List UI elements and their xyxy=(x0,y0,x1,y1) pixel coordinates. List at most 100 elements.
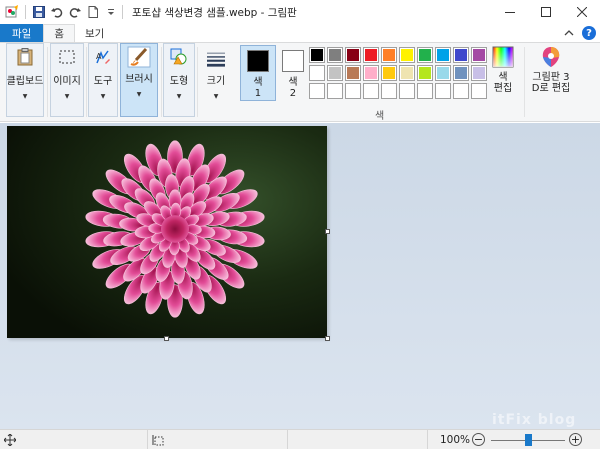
resize-handle-corner[interactable] xyxy=(325,336,330,341)
palette-color-fill xyxy=(419,67,431,79)
shapes-label: 도형 xyxy=(169,76,189,87)
title-bar: 포토샵 색상변경 샘플.webp - 그림판 xyxy=(0,0,600,24)
tab-file[interactable]: 파일 xyxy=(0,24,44,42)
color1-button[interactable]: 색 1 xyxy=(240,45,276,101)
palette-color-swatch[interactable] xyxy=(399,65,415,81)
paint-app-icon[interactable] xyxy=(4,4,20,20)
group-separator xyxy=(524,47,525,117)
save-icon[interactable] xyxy=(31,4,47,20)
zoom-slider-thumb[interactable] xyxy=(525,434,532,446)
color1-label: 색 1 xyxy=(253,77,263,99)
line-size-icon xyxy=(207,48,225,70)
zoom-in-button[interactable]: + xyxy=(569,433,582,446)
window-title: 포토샵 색상변경 샘플.webp - 그림판 xyxy=(132,6,297,19)
palette-color-swatch[interactable] xyxy=(435,47,451,63)
palette-empty-slot[interactable] xyxy=(399,83,415,99)
palette-empty-slot[interactable] xyxy=(471,83,487,99)
zoom-level-text: 100% xyxy=(440,434,471,446)
maximize-button[interactable] xyxy=(528,0,564,24)
palette-empty-slot[interactable] xyxy=(345,83,361,99)
selection-size-cell xyxy=(148,430,288,449)
palette-color-fill xyxy=(419,49,431,61)
window-controls xyxy=(492,0,600,24)
minimize-button[interactable] xyxy=(492,0,528,24)
tab-view[interactable]: 보기 xyxy=(75,24,114,42)
palette-color-swatch[interactable] xyxy=(471,47,487,63)
size-button[interactable]: 크기 ▼ xyxy=(200,43,232,117)
palette-empty-slot[interactable] xyxy=(435,83,451,99)
qat-separator xyxy=(25,5,26,19)
palette-empty-slot[interactable] xyxy=(417,83,433,99)
shapes-button[interactable]: 도형 ▼ xyxy=(163,43,195,117)
palette-color-fill xyxy=(347,67,359,79)
palette-color-swatch[interactable] xyxy=(363,65,379,81)
palette-color-swatch[interactable] xyxy=(471,65,487,81)
clipboard-label: 클립보드 xyxy=(6,76,44,87)
palette-color-swatch[interactable] xyxy=(345,47,361,63)
tools-button[interactable]: A 도구 ▼ xyxy=(88,43,118,117)
color2-button[interactable]: 색 2 xyxy=(275,45,311,101)
tab-home[interactable]: 홈 xyxy=(43,24,75,42)
zoom-out-button[interactable]: − xyxy=(472,433,485,446)
clipboard-button[interactable]: 클립보드 ▼ xyxy=(6,43,44,117)
palette-empty-slot[interactable] xyxy=(363,83,379,99)
brushes-button[interactable]: 브러시 ▼ xyxy=(120,43,158,117)
palette-color-swatch[interactable] xyxy=(453,47,469,63)
selection-size-icon xyxy=(152,435,164,446)
edit-colors-button[interactable]: 색 편집 xyxy=(486,43,520,117)
palette-color-swatch[interactable] xyxy=(327,65,343,81)
palette-color-swatch[interactable] xyxy=(381,65,397,81)
ribbon-tabs: 파일 홈 보기 ? xyxy=(0,24,600,42)
palette-color-swatch[interactable] xyxy=(417,65,433,81)
canvas-workspace[interactable] xyxy=(0,123,600,429)
palette-color-fill xyxy=(383,49,395,61)
colors-group-label: 색 xyxy=(375,111,385,122)
resize-handle-bottom[interactable] xyxy=(164,336,169,341)
group-separator xyxy=(86,47,87,117)
tools-icon: A xyxy=(94,48,112,66)
title-separator xyxy=(122,5,123,19)
collapse-ribbon-icon[interactable] xyxy=(564,28,574,38)
palette-color-swatch[interactable] xyxy=(309,47,325,63)
chevron-down-icon: ▼ xyxy=(176,93,182,100)
palette-color-fill xyxy=(365,49,377,61)
palette-color-fill xyxy=(473,49,485,61)
chevron-down-icon: ▼ xyxy=(213,93,219,100)
palette-empty-slot[interactable] xyxy=(309,83,325,99)
chevron-down-icon: ▼ xyxy=(136,91,142,98)
palette-empty-slot[interactable] xyxy=(327,83,343,99)
palette-empty-slot[interactable] xyxy=(453,83,469,99)
canvas-image[interactable] xyxy=(7,126,327,338)
palette-color-swatch[interactable] xyxy=(399,47,415,63)
palette-color-swatch[interactable] xyxy=(327,47,343,63)
image-button[interactable]: 이미지 ▼ xyxy=(50,43,84,117)
group-separator xyxy=(47,47,48,117)
edit-with-paint3d-button[interactable]: 그림판 3 D로 편집 xyxy=(528,43,574,117)
group-separator xyxy=(197,47,198,117)
palette-empty-slot[interactable] xyxy=(381,83,397,99)
palette-color-swatch[interactable] xyxy=(345,65,361,81)
palette-color-swatch[interactable] xyxy=(435,65,451,81)
edit-with-paint3d-label: 그림판 3 D로 편집 xyxy=(531,72,571,94)
help-icon[interactable]: ? xyxy=(582,26,596,40)
svg-text:A: A xyxy=(96,52,102,61)
flower-center xyxy=(161,215,189,243)
palette-color-fill xyxy=(365,67,377,79)
palette-color-fill xyxy=(401,49,413,61)
redo-icon[interactable] xyxy=(67,4,83,20)
palette-color-swatch[interactable] xyxy=(309,65,325,81)
close-button[interactable] xyxy=(564,0,600,24)
palette-color-swatch[interactable] xyxy=(381,47,397,63)
edit-colors-label: 색 편집 xyxy=(493,72,513,94)
clipboard-icon xyxy=(16,48,34,66)
resize-handle-right[interactable] xyxy=(325,229,330,234)
chevron-down-icon: ▼ xyxy=(64,93,70,100)
customize-qat-icon[interactable] xyxy=(103,4,119,20)
new-document-icon[interactable] xyxy=(85,4,101,20)
palette-color-swatch[interactable] xyxy=(363,47,379,63)
palette-color-fill xyxy=(437,49,449,61)
palette-color-swatch[interactable] xyxy=(417,47,433,63)
image-label: 이미지 xyxy=(53,76,81,87)
undo-icon[interactable] xyxy=(49,4,65,20)
palette-color-swatch[interactable] xyxy=(453,65,469,81)
